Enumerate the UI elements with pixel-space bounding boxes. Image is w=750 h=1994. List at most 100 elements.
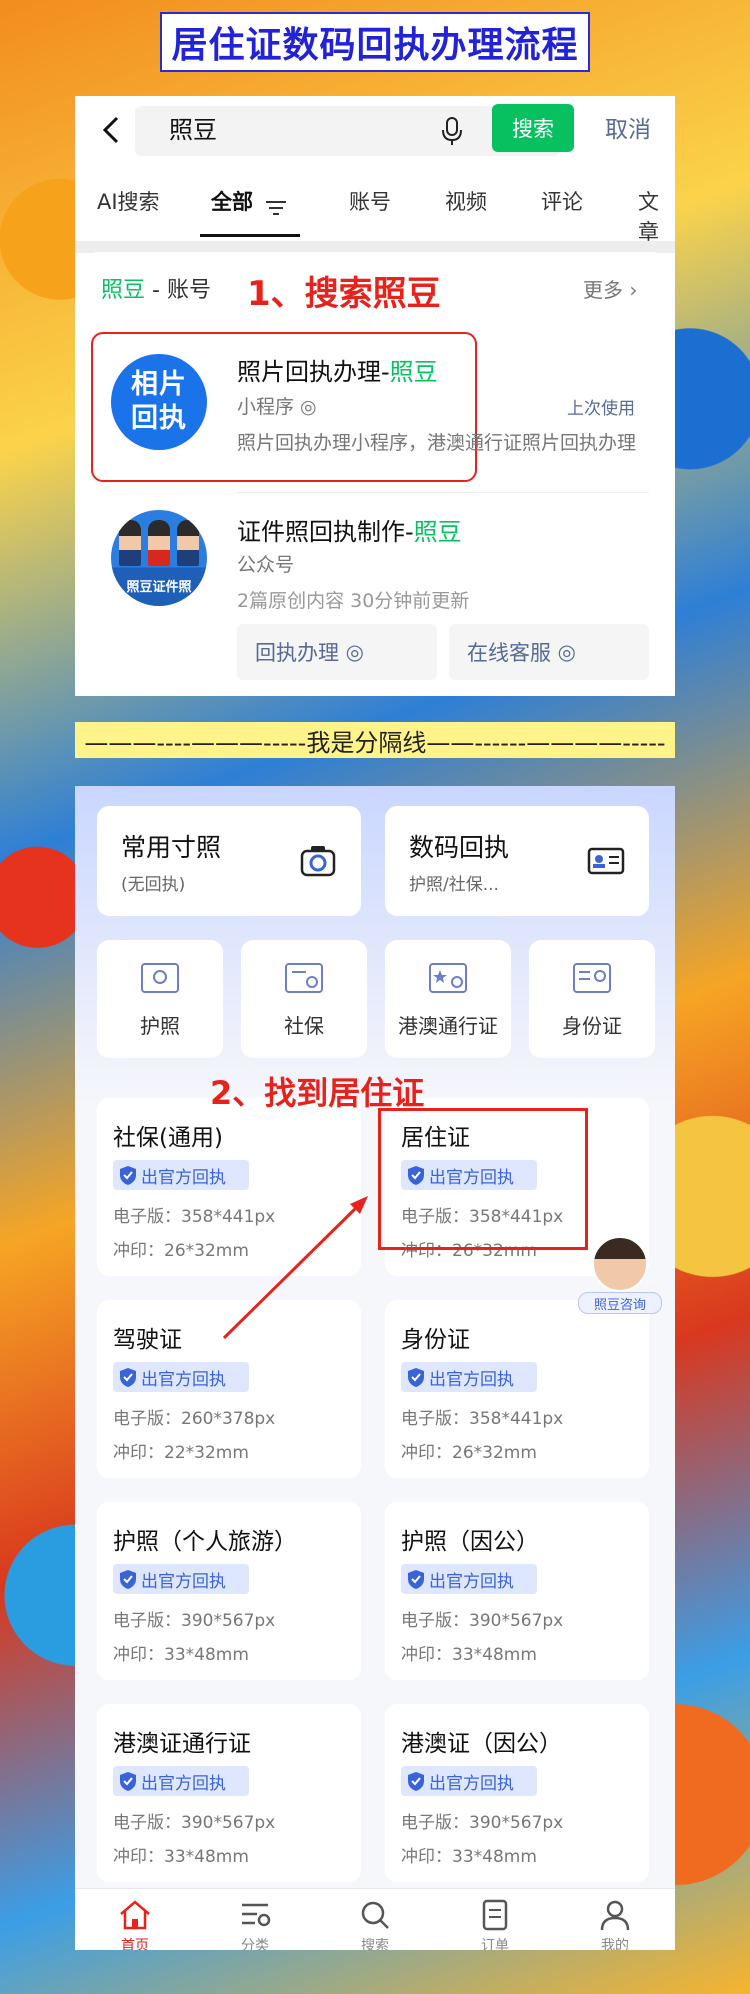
tab-all[interactable]: 全部 bbox=[211, 186, 253, 216]
spec-title: 港澳证通行证 bbox=[113, 1731, 251, 1757]
spec-card[interactable]: 港澳证（因公） 出官方回执电子版：390*567px 冲印：33*48mm bbox=[385, 1704, 649, 1882]
doc-type-label: 身份证 bbox=[562, 1014, 622, 1038]
miniprogram-description: 照片回执办理小程序，港澳通行证照片回执办理 bbox=[237, 432, 637, 454]
tab-videos[interactable]: 视频 bbox=[445, 186, 487, 216]
social-security-icon bbox=[285, 963, 323, 993]
consult-button[interactable]: 照豆咨询 bbox=[578, 1292, 662, 1314]
official-receipt-badge: 出官方回执 bbox=[113, 1160, 249, 1190]
official-account-type: 公众号 bbox=[237, 554, 295, 576]
official-account-title[interactable]: 证件照回执制作-照豆 bbox=[237, 512, 462, 547]
search-results-panel: 照豆 搜索 取消 AI搜索 全部 账号 视频 评论 文章 照豆 - 账号 更多 … bbox=[75, 96, 675, 696]
search-icon bbox=[361, 1901, 389, 1929]
shield-check-icon bbox=[120, 1166, 136, 1185]
arrow-annotation bbox=[222, 1196, 368, 1340]
official-receipt-badge: 出官方回执 bbox=[113, 1362, 249, 1392]
microphone-icon[interactable] bbox=[441, 116, 463, 146]
search-query: 照豆 bbox=[169, 116, 217, 144]
official-receipt-badge: 出官方回执 bbox=[401, 1766, 537, 1796]
official-receipt-badge: 出官方回执 bbox=[401, 1362, 537, 1392]
passport-icon bbox=[141, 963, 179, 993]
highlight-box-residence-permit bbox=[378, 1108, 588, 1250]
spec-card[interactable]: 护照（因公） 出官方回执 电子版：390*567px 冲印：33*48mm bbox=[385, 1502, 649, 1680]
more-link[interactable]: 更多 › bbox=[583, 274, 637, 303]
official-account-meta: 2篇原创内容 30分钟前更新 bbox=[237, 590, 470, 612]
spec-title: 护照（因公） bbox=[401, 1529, 539, 1555]
nav-orders[interactable]: 订单 bbox=[435, 1893, 555, 1950]
tab-articles[interactable]: 文章 bbox=[638, 186, 675, 246]
separator-strip: ———----———-----我是分隔线——------————----- bbox=[75, 722, 675, 758]
account-results-card: 照豆 - 账号 更多 › 1、搜索照豆 相片 回执 照片回执办理-照豆 小程序 ◎… bbox=[87, 252, 663, 692]
spec-title: 身份证 bbox=[401, 1327, 470, 1353]
digital-size: 电子版：390*567px bbox=[113, 1611, 276, 1631]
nav-home[interactable]: 首页 bbox=[75, 1893, 195, 1950]
cancel-button[interactable]: 取消 bbox=[605, 110, 651, 150]
id-card-icon bbox=[573, 963, 611, 993]
section-heading: 照豆 - 账号 bbox=[101, 278, 211, 303]
filter-icon[interactable] bbox=[265, 200, 287, 216]
doc-type-label: 社保 bbox=[284, 1014, 324, 1038]
search-tabs: AI搜索 全部 账号 视频 评论 文章 bbox=[75, 172, 675, 244]
shield-check-icon bbox=[408, 1368, 424, 1387]
shield-check-icon bbox=[408, 1772, 424, 1791]
nav-profile[interactable]: 我的 bbox=[555, 1893, 675, 1950]
spec-title: 社保(通用) bbox=[113, 1125, 223, 1151]
doc-type-hk-macau-permit[interactable]: 港澳通行证 bbox=[385, 940, 511, 1058]
nav-category[interactable]: 分类 bbox=[195, 1893, 315, 1950]
doc-type-social-security[interactable]: 社保 bbox=[241, 940, 367, 1058]
consultant-avatar[interactable] bbox=[592, 1236, 648, 1292]
nav-search[interactable]: 搜索 bbox=[315, 1893, 435, 1950]
spec-title: 驾驶证 bbox=[113, 1327, 182, 1353]
doc-type-label: 护照 bbox=[140, 1014, 180, 1038]
common-photo-card[interactable]: 常用寸照 (无回执) bbox=[97, 806, 361, 916]
spec-card[interactable]: 身份证出官方回执电子版：358*441px 冲印：26*32mm bbox=[385, 1300, 649, 1478]
spec-title: 港澳证（因公） bbox=[401, 1731, 562, 1757]
tab-accounts[interactable]: 账号 bbox=[349, 186, 391, 216]
back-icon[interactable] bbox=[97, 114, 125, 146]
travel-permit-icon bbox=[429, 963, 467, 993]
spec-card[interactable]: 护照（个人旅游） 出官方回执 电子版：390*567px 冲印：33*48mm bbox=[97, 1502, 361, 1680]
search-button[interactable]: 搜索 bbox=[492, 104, 574, 152]
digital-size: 电子版：260*378px bbox=[113, 1409, 276, 1429]
active-tab-indicator bbox=[200, 234, 300, 237]
step1-annotation: 1、搜索照豆 bbox=[247, 274, 441, 314]
online-support-button[interactable]: 在线客服 ◎ bbox=[449, 624, 649, 680]
official-receipt-badge: 出官方回执 bbox=[401, 1564, 537, 1594]
digital-receipt-card[interactable]: 数码回执 护照/社保... bbox=[385, 806, 649, 916]
print-size: 冲印：33*48mm bbox=[401, 1847, 537, 1867]
print-size: 冲印：22*32mm bbox=[113, 1443, 249, 1463]
miniprogram-title[interactable]: 照片回执办理-照豆 bbox=[237, 352, 438, 387]
tab-comments[interactable]: 评论 bbox=[541, 186, 583, 216]
doc-type-passport[interactable]: 护照 bbox=[97, 940, 223, 1058]
print-size: 冲印：33*48mm bbox=[113, 1645, 249, 1665]
digital-size: 电子版：358*441px bbox=[401, 1409, 564, 1429]
result-divider bbox=[237, 492, 649, 493]
print-size: 冲印：26*32mm bbox=[401, 1443, 537, 1463]
tab-ai-search[interactable]: AI搜索 bbox=[97, 186, 160, 216]
shield-check-icon bbox=[120, 1772, 136, 1791]
home-icon bbox=[120, 1900, 150, 1930]
card-title: 常用寸照 bbox=[121, 833, 222, 862]
orders-icon bbox=[482, 1899, 508, 1931]
profile-icon bbox=[600, 1900, 630, 1931]
card-subtitle: 护照/社保... bbox=[409, 875, 499, 895]
official-account-logo[interactable]: 照豆证件照 bbox=[111, 510, 207, 606]
doc-type-label: 港澳通行证 bbox=[398, 1014, 498, 1038]
digital-size: 电子版：390*567px bbox=[113, 1813, 276, 1833]
doc-type-id-card[interactable]: 身份证 bbox=[529, 940, 655, 1058]
shield-check-icon bbox=[408, 1570, 424, 1589]
bottom-navigation: 首页 分类 搜索 订单 我的 bbox=[75, 1888, 675, 1950]
photo-app-panel: 常用寸照 (无回执) 数码回执 护照/社保... 护照 社保 港澳通行证 身份证… bbox=[75, 786, 675, 1950]
digital-size: 电子版：390*567px bbox=[401, 1813, 564, 1833]
card-title: 数码回执 bbox=[409, 833, 510, 862]
print-size: 冲印：33*48mm bbox=[113, 1847, 249, 1867]
shield-check-icon bbox=[120, 1368, 136, 1387]
shield-check-icon bbox=[120, 1570, 136, 1589]
digital-size: 电子版：390*567px bbox=[401, 1611, 564, 1631]
receipt-service-button[interactable]: 回执办理 ◎ bbox=[237, 624, 437, 680]
camera-icon bbox=[300, 846, 336, 877]
spec-title: 护照（个人旅游） bbox=[113, 1529, 297, 1555]
page-title: 居住证数码回执办理流程 bbox=[160, 12, 590, 72]
spec-card[interactable]: 港澳证通行证 出官方回执 电子版：390*567px 冲印：33*48mm bbox=[97, 1704, 361, 1882]
miniprogram-logo[interactable]: 相片 回执 bbox=[111, 354, 207, 450]
id-card-icon bbox=[587, 847, 625, 875]
